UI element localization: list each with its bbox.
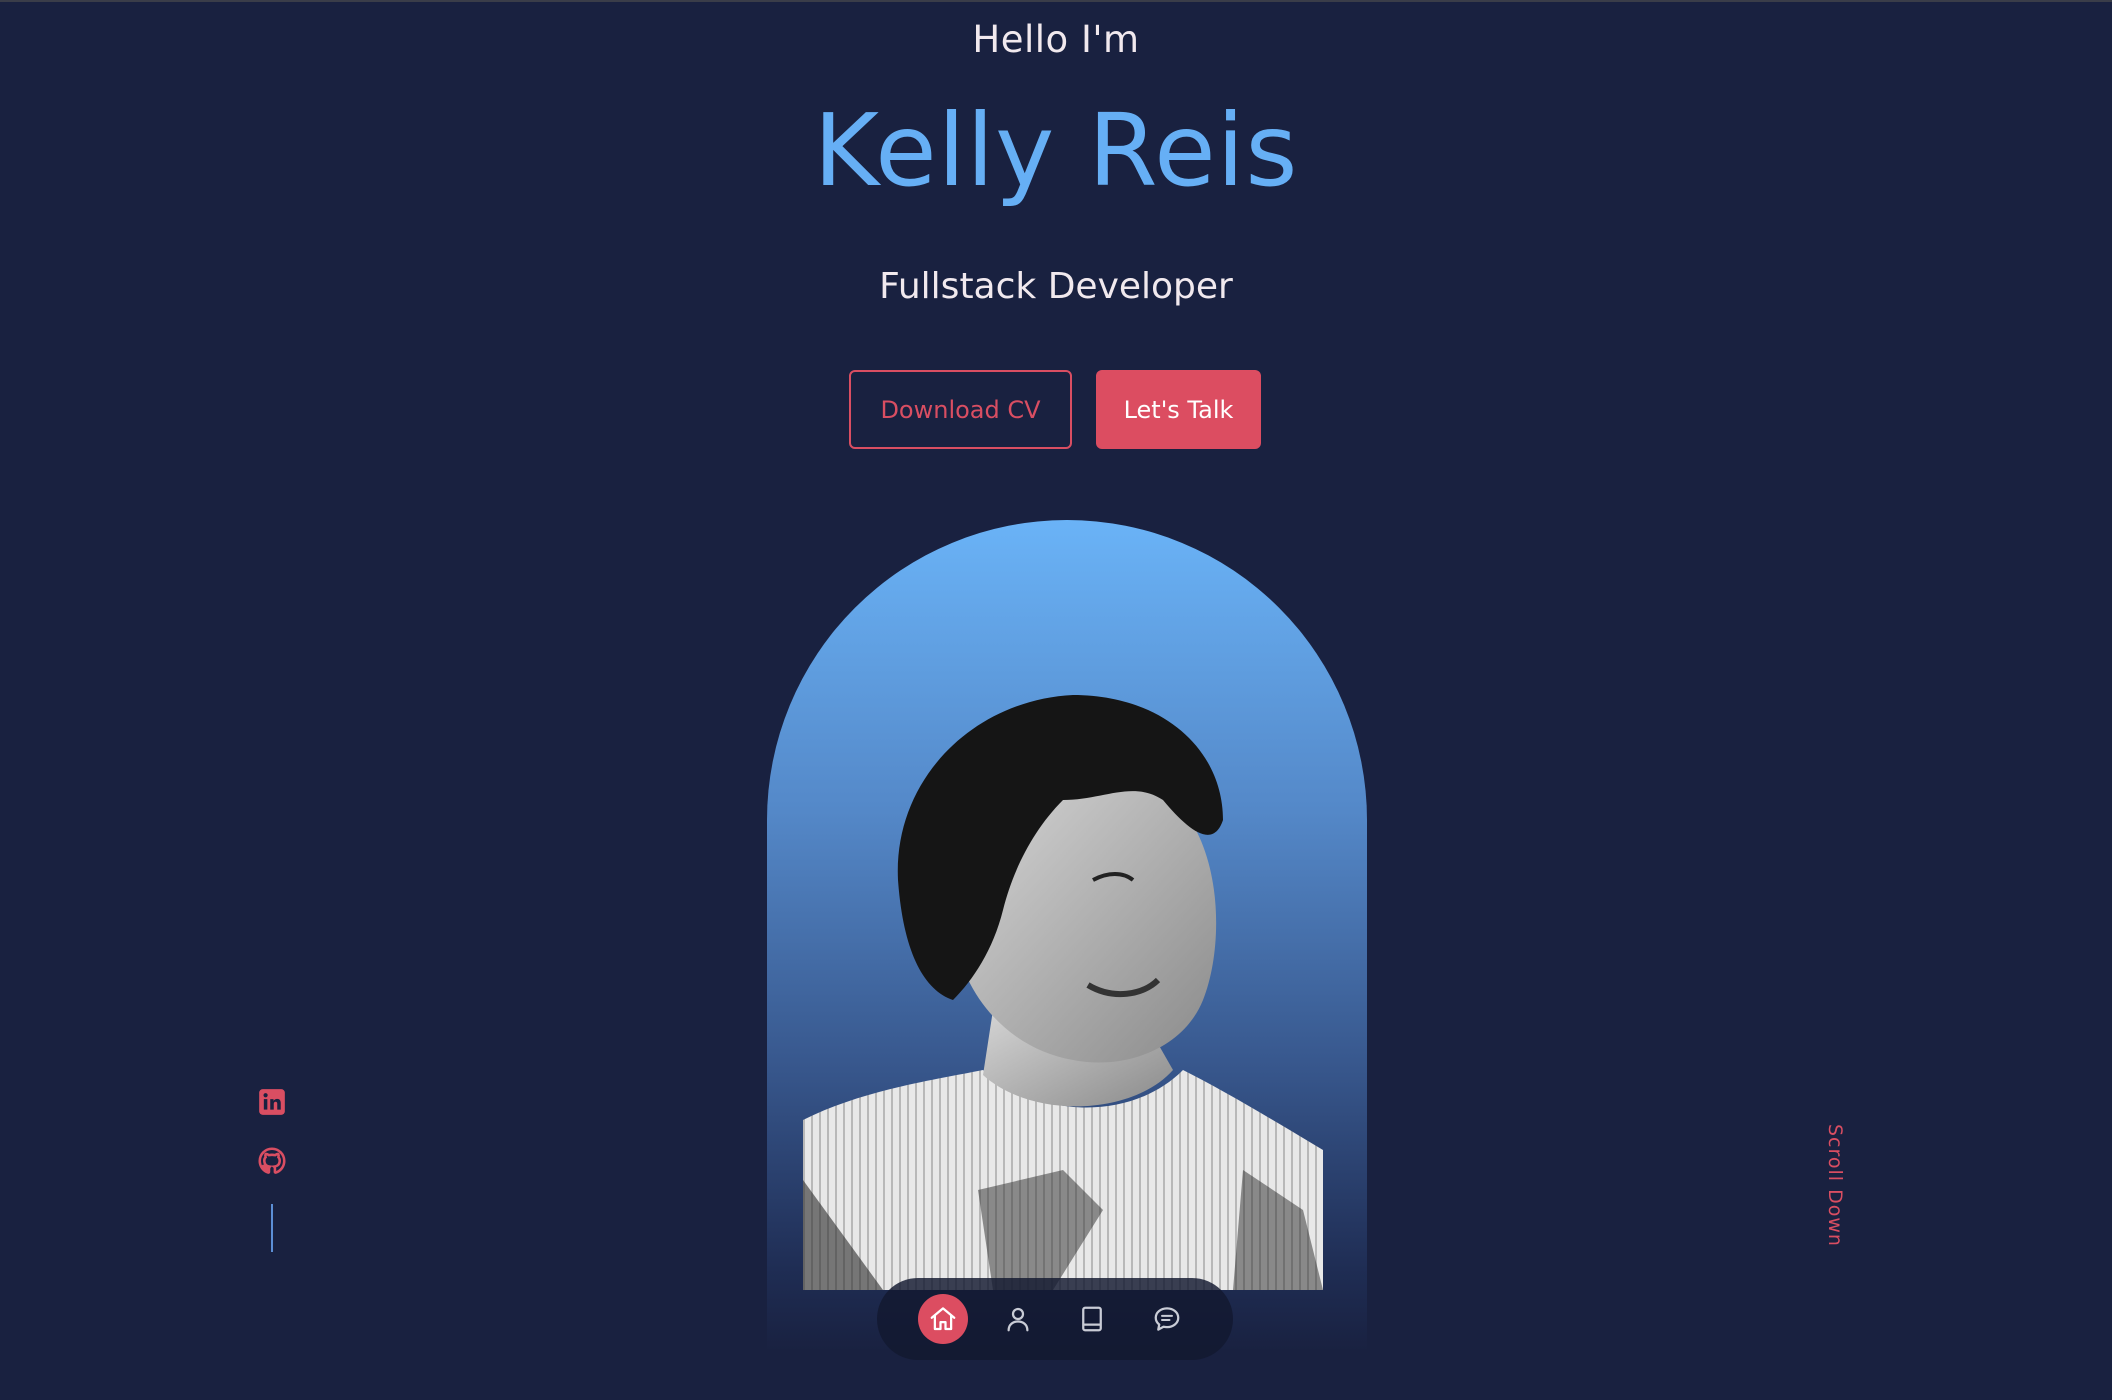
portrait-image: [803, 695, 1323, 1290]
github-link[interactable]: [258, 1147, 286, 1175]
message-icon: [1154, 1307, 1180, 1331]
linkedin-icon: [259, 1089, 285, 1115]
hero-greeting: Hello I'm: [972, 18, 1140, 61]
hero-role: Fullstack Developer: [879, 266, 1233, 307]
portrait-frame: [767, 520, 1367, 1352]
user-icon: [1007, 1307, 1029, 1332]
nav-contact-button[interactable]: [1142, 1294, 1192, 1344]
scroll-down-link[interactable]: Scroll Down: [1824, 1124, 1846, 1247]
home-icon: [930, 1307, 956, 1331]
hero-name: Kelly Reis: [813, 92, 1299, 209]
nav-home-button[interactable]: [918, 1294, 968, 1344]
download-cv-button[interactable]: Download CV: [849, 370, 1072, 449]
linkedin-link[interactable]: [258, 1088, 286, 1116]
social-divider: [271, 1204, 273, 1252]
nav-about-button[interactable]: [993, 1294, 1043, 1344]
bottom-nav: [877, 1278, 1233, 1360]
top-divider: [0, 0, 2112, 2]
nav-experience-button[interactable]: [1067, 1294, 1117, 1344]
github-icon: [258, 1147, 286, 1174]
page: Hello I'm Kelly Reis Fullstack Developer…: [0, 0, 2112, 1400]
lets-talk-button[interactable]: Let's Talk: [1096, 370, 1261, 449]
book-icon: [1082, 1306, 1102, 1332]
